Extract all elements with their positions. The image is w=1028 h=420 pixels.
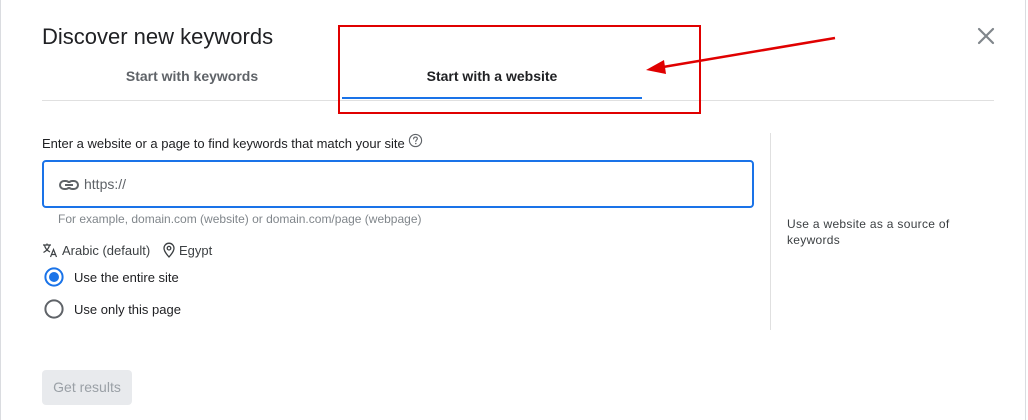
- radio-only-this-page[interactable]: [44, 299, 64, 319]
- tab-label: Start with keywords: [125, 68, 259, 84]
- radio-label-entire-site[interactable]: Use the entire site: [74, 270, 179, 285]
- radio-entire-site[interactable]: [44, 267, 64, 287]
- dialog-title: Discover new keywords: [42, 24, 274, 49]
- translate-icon: [43, 243, 58, 258]
- location-pin-icon: [163, 242, 175, 258]
- radio-label-only-this-page[interactable]: Use only this page: [74, 302, 181, 317]
- language-selector[interactable]: Arabic (default): [62, 243, 150, 258]
- location-selector[interactable]: Egypt: [179, 243, 212, 258]
- website-url-field[interactable]: [42, 160, 754, 208]
- help-circle-icon[interactable]: [408, 133, 423, 148]
- panel-divider: [770, 133, 771, 330]
- close-icon[interactable]: [975, 25, 997, 47]
- input-hint: For example, domain.com (website) or dom…: [58, 212, 422, 226]
- link-icon: [59, 180, 79, 190]
- get-results-button[interactable]: Get results: [42, 370, 132, 405]
- annotation-highlight-box: [338, 25, 701, 114]
- side-panel-description: Use a website as a source of keywords: [787, 217, 950, 247]
- website-url-input[interactable]: [84, 170, 724, 198]
- tab-start-with-keywords[interactable]: Start with keywords: [42, 66, 342, 100]
- keyword-dialog: Discover new keywords Start with keyword…: [0, 0, 1026, 420]
- website-input-label: Enter a website or a page to find keywor…: [42, 136, 405, 151]
